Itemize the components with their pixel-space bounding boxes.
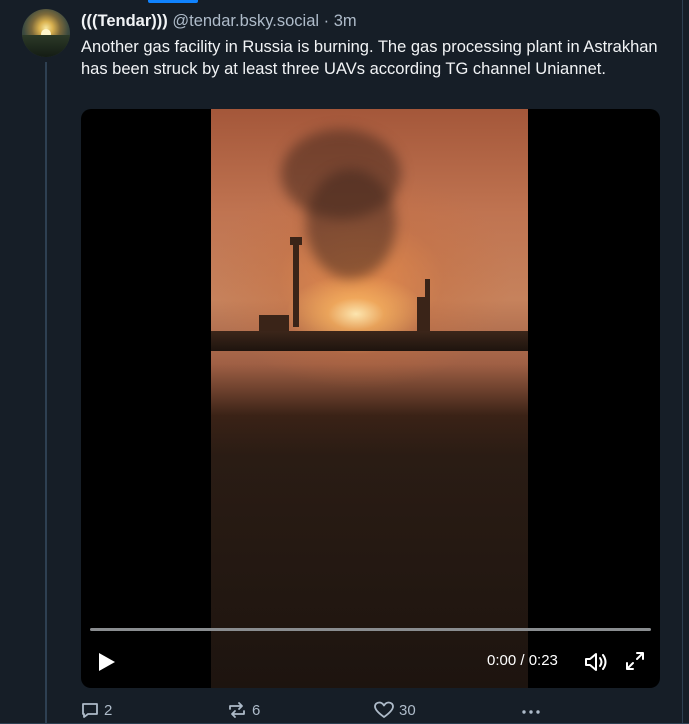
post-header: (((Tendar))) @tendar.bsky.social · 3m — [81, 11, 357, 31]
repost-icon — [229, 702, 245, 718]
chimney-top — [290, 237, 302, 245]
reply-button[interactable]: 2 — [80, 698, 112, 722]
mute-button[interactable] — [583, 650, 609, 674]
avatar-horizon — [22, 35, 70, 57]
thread-line — [45, 62, 47, 724]
heart-icon — [374, 701, 394, 718]
smoke-plume — [306, 169, 396, 279]
volume-icon — [585, 653, 607, 671]
play-icon — [99, 653, 115, 671]
tower-right-base — [417, 297, 425, 334]
fullscreen-icon — [626, 652, 644, 670]
post-text: Another gas facility in Russia is burnin… — [81, 38, 667, 78]
video-progress-bar[interactable] — [90, 628, 651, 631]
like-button[interactable]: 30 — [373, 698, 416, 722]
video-time: 0:00 / 0:23 — [487, 652, 558, 669]
reply-count: 2 — [104, 701, 113, 719]
active-tab-indicator — [148, 0, 198, 3]
chimney — [293, 237, 299, 327]
tower-right — [425, 279, 430, 334]
author-avatar[interactable] — [22, 9, 70, 57]
column-border — [682, 0, 683, 724]
post-actions: 2 6 30 — [80, 698, 550, 722]
like-count: 30 — [399, 701, 416, 719]
header-separator: · — [323, 12, 330, 30]
post-timestamp[interactable]: 3m — [334, 12, 357, 30]
repost-count: 6 — [252, 701, 261, 719]
author-handle[interactable]: @tendar.bsky.social — [172, 12, 319, 30]
video-player[interactable]: 0:00 / 0:23 — [81, 109, 660, 688]
ground-silhouette — [211, 331, 528, 351]
more-icon — [522, 710, 540, 714]
repost-button[interactable]: 6 — [226, 698, 260, 722]
play-button[interactable] — [95, 649, 119, 675]
fullscreen-button[interactable] — [624, 650, 646, 672]
reply-icon — [82, 703, 98, 718]
author-name[interactable]: (((Tendar))) — [81, 12, 168, 30]
more-options-button[interactable] — [520, 698, 542, 722]
video-frame — [211, 109, 528, 688]
